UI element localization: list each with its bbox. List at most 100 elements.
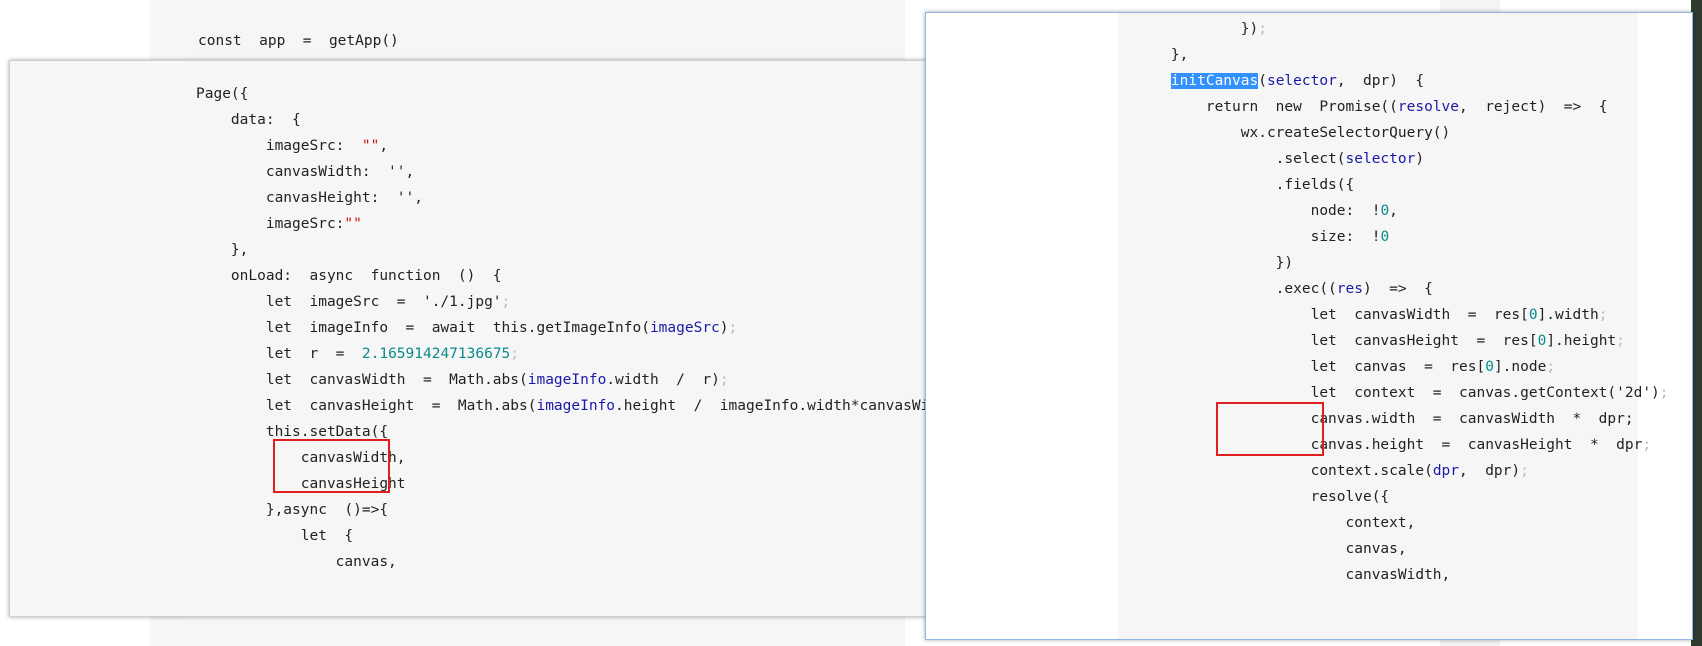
code-line: .exec((res) => { <box>1136 275 1433 303</box>
code-line: Page({ <box>196 80 248 108</box>
code-token: ; <box>510 346 520 362</box>
code-line: onLoad: async function () { <box>196 262 502 290</box>
code-token: 0 <box>1537 333 1547 349</box>
code-token: }, <box>196 242 249 258</box>
code-token: ; <box>501 294 511 310</box>
left-code-screenshot: Page({ data: { imageSrc: "", canvasWidth… <box>9 60 973 617</box>
code-token: let imageInfo = await this.getImageInfo( <box>196 320 650 336</box>
code-line: .select(selector) <box>1136 145 1424 173</box>
code-line: let { <box>196 522 353 550</box>
code-token: 2.165914247136675 <box>361 346 511 362</box>
code-token: Page({ <box>196 86 249 102</box>
code-token: ; <box>719 372 729 388</box>
code-token: imageSrc: <box>196 138 362 154</box>
code-line: initCanvas(selector, dpr) { <box>1136 67 1424 95</box>
code-token: , <box>1389 203 1398 219</box>
code-token: ( <box>1258 73 1267 89</box>
code-token: , <box>379 138 389 154</box>
code-token: res <box>1336 281 1363 297</box>
right-code-screenshot: }); }, initCanvas(selector, dpr) { retur… <box>925 12 1693 640</box>
code-token: .exec(( <box>1136 281 1337 297</box>
code-token: ; <box>1659 385 1669 401</box>
code-token: ].height <box>1546 333 1617 349</box>
code-token: resolve({ <box>1136 489 1390 505</box>
code-token: }, <box>1136 47 1189 63</box>
code-line: canvas, <box>196 548 397 576</box>
code-token: }) <box>1136 21 1259 37</box>
code-token: return new Promise(( <box>1136 99 1398 115</box>
code-token: .width / r) <box>606 372 720 388</box>
code-token: data: { <box>196 112 301 128</box>
code-token: },async ()=>{ <box>196 502 389 518</box>
code-token: dpr <box>1432 463 1460 479</box>
code-line: let canvasHeight = Math.abs(imageInfo.he… <box>196 392 973 420</box>
code-line: size: !0 <box>1136 223 1390 251</box>
code-line: }, <box>1136 41 1188 69</box>
code-token: selector <box>1345 151 1416 167</box>
code-token: }) <box>1136 255 1294 271</box>
code-token: ].node <box>1493 359 1547 375</box>
code-token: context.scale( <box>1136 463 1433 479</box>
code-token: .select( <box>1136 151 1346 167</box>
code-token: ; <box>1598 307 1608 323</box>
code-token: , dpr) { <box>1336 73 1425 89</box>
code-token: let canvasHeight = Math.abs( <box>196 398 537 414</box>
code-token: 0 <box>1380 203 1390 219</box>
code-line: node: !0, <box>1136 197 1398 225</box>
code-line: let r = 2.165914247136675; <box>196 340 519 368</box>
code-token: size: ! <box>1136 229 1381 245</box>
code-line: context, <box>1136 509 1416 537</box>
code-line: canvasWidth, <box>1136 561 1451 589</box>
code-token: 0 <box>1380 229 1390 245</box>
code-token: 0 <box>1485 359 1494 375</box>
code-line: imageSrc: "", <box>196 132 388 160</box>
code-token: "" <box>344 216 362 232</box>
code-token: ; <box>1520 463 1529 479</box>
code-token: canvas, <box>1136 541 1407 557</box>
code-line: imageSrc:"" <box>196 210 362 238</box>
code-line: let canvasHeight = res[0].height; <box>1136 327 1625 355</box>
code-token: wx.createSelectorQuery() <box>1136 125 1451 141</box>
code-token: resolve <box>1397 99 1460 115</box>
code-token: ; <box>1258 21 1267 37</box>
code-token: let r = <box>196 346 362 362</box>
code-line: let canvasWidth = res[0].width; <box>1136 301 1608 329</box>
code-token: context, <box>1136 515 1416 531</box>
code-token: let imageSrc = './1.jpg' <box>196 294 502 310</box>
code-token: ) <box>1415 151 1425 167</box>
code-line: .fields({ <box>1136 171 1355 199</box>
code-line: wx.createSelectorQuery() <box>1136 119 1451 147</box>
highlight-box-setdata-fields <box>273 439 390 493</box>
code-token: node: ! <box>1136 203 1381 219</box>
code-line: resolve({ <box>1136 483 1390 511</box>
selected-text: initCanvas <box>1170 73 1259 89</box>
code-token: this.setData({ <box>196 424 389 440</box>
code-token: imageSrc <box>649 320 720 336</box>
code-line: canvas.height = canvasHeight * dpr; <box>1136 431 1651 459</box>
code-line: let canvasWidth = Math.abs(imageInfo.wid… <box>196 366 729 394</box>
code-token: imageInfo <box>536 398 616 414</box>
code-token: let canvas = res[ <box>1136 359 1486 375</box>
code-line: }); <box>1136 15 1267 43</box>
code-token: .height / imageInfo.width*canvasWidth) <box>615 398 965 414</box>
code-line: const app = getApp() <box>198 27 399 55</box>
code-token: ; <box>1642 437 1652 453</box>
code-token: ; <box>728 320 738 336</box>
code-token: canvasWidth: '', <box>196 164 415 180</box>
code-token: canvasHeight: '', <box>196 190 423 206</box>
code-token: canvas.width = canvasWidth * dpr; <box>1136 411 1634 427</box>
code-token: imageSrc: <box>196 216 345 232</box>
code-token: let { <box>196 528 354 544</box>
code-token: let canvasHeight = res[ <box>1136 333 1538 349</box>
code-token: ) => { <box>1363 281 1433 297</box>
code-line: context.scale(dpr, dpr); <box>1136 457 1529 485</box>
code-line: canvas, <box>1136 535 1407 563</box>
code-token: selector <box>1266 73 1337 89</box>
code-token: , dpr) <box>1459 463 1521 479</box>
code-line: canvasWidth: '', <box>196 158 414 186</box>
code-token: ; <box>1546 359 1556 375</box>
code-token: ].width <box>1537 307 1599 323</box>
code-token: canvas, <box>196 554 397 570</box>
code-token: .fields({ <box>1136 177 1355 193</box>
